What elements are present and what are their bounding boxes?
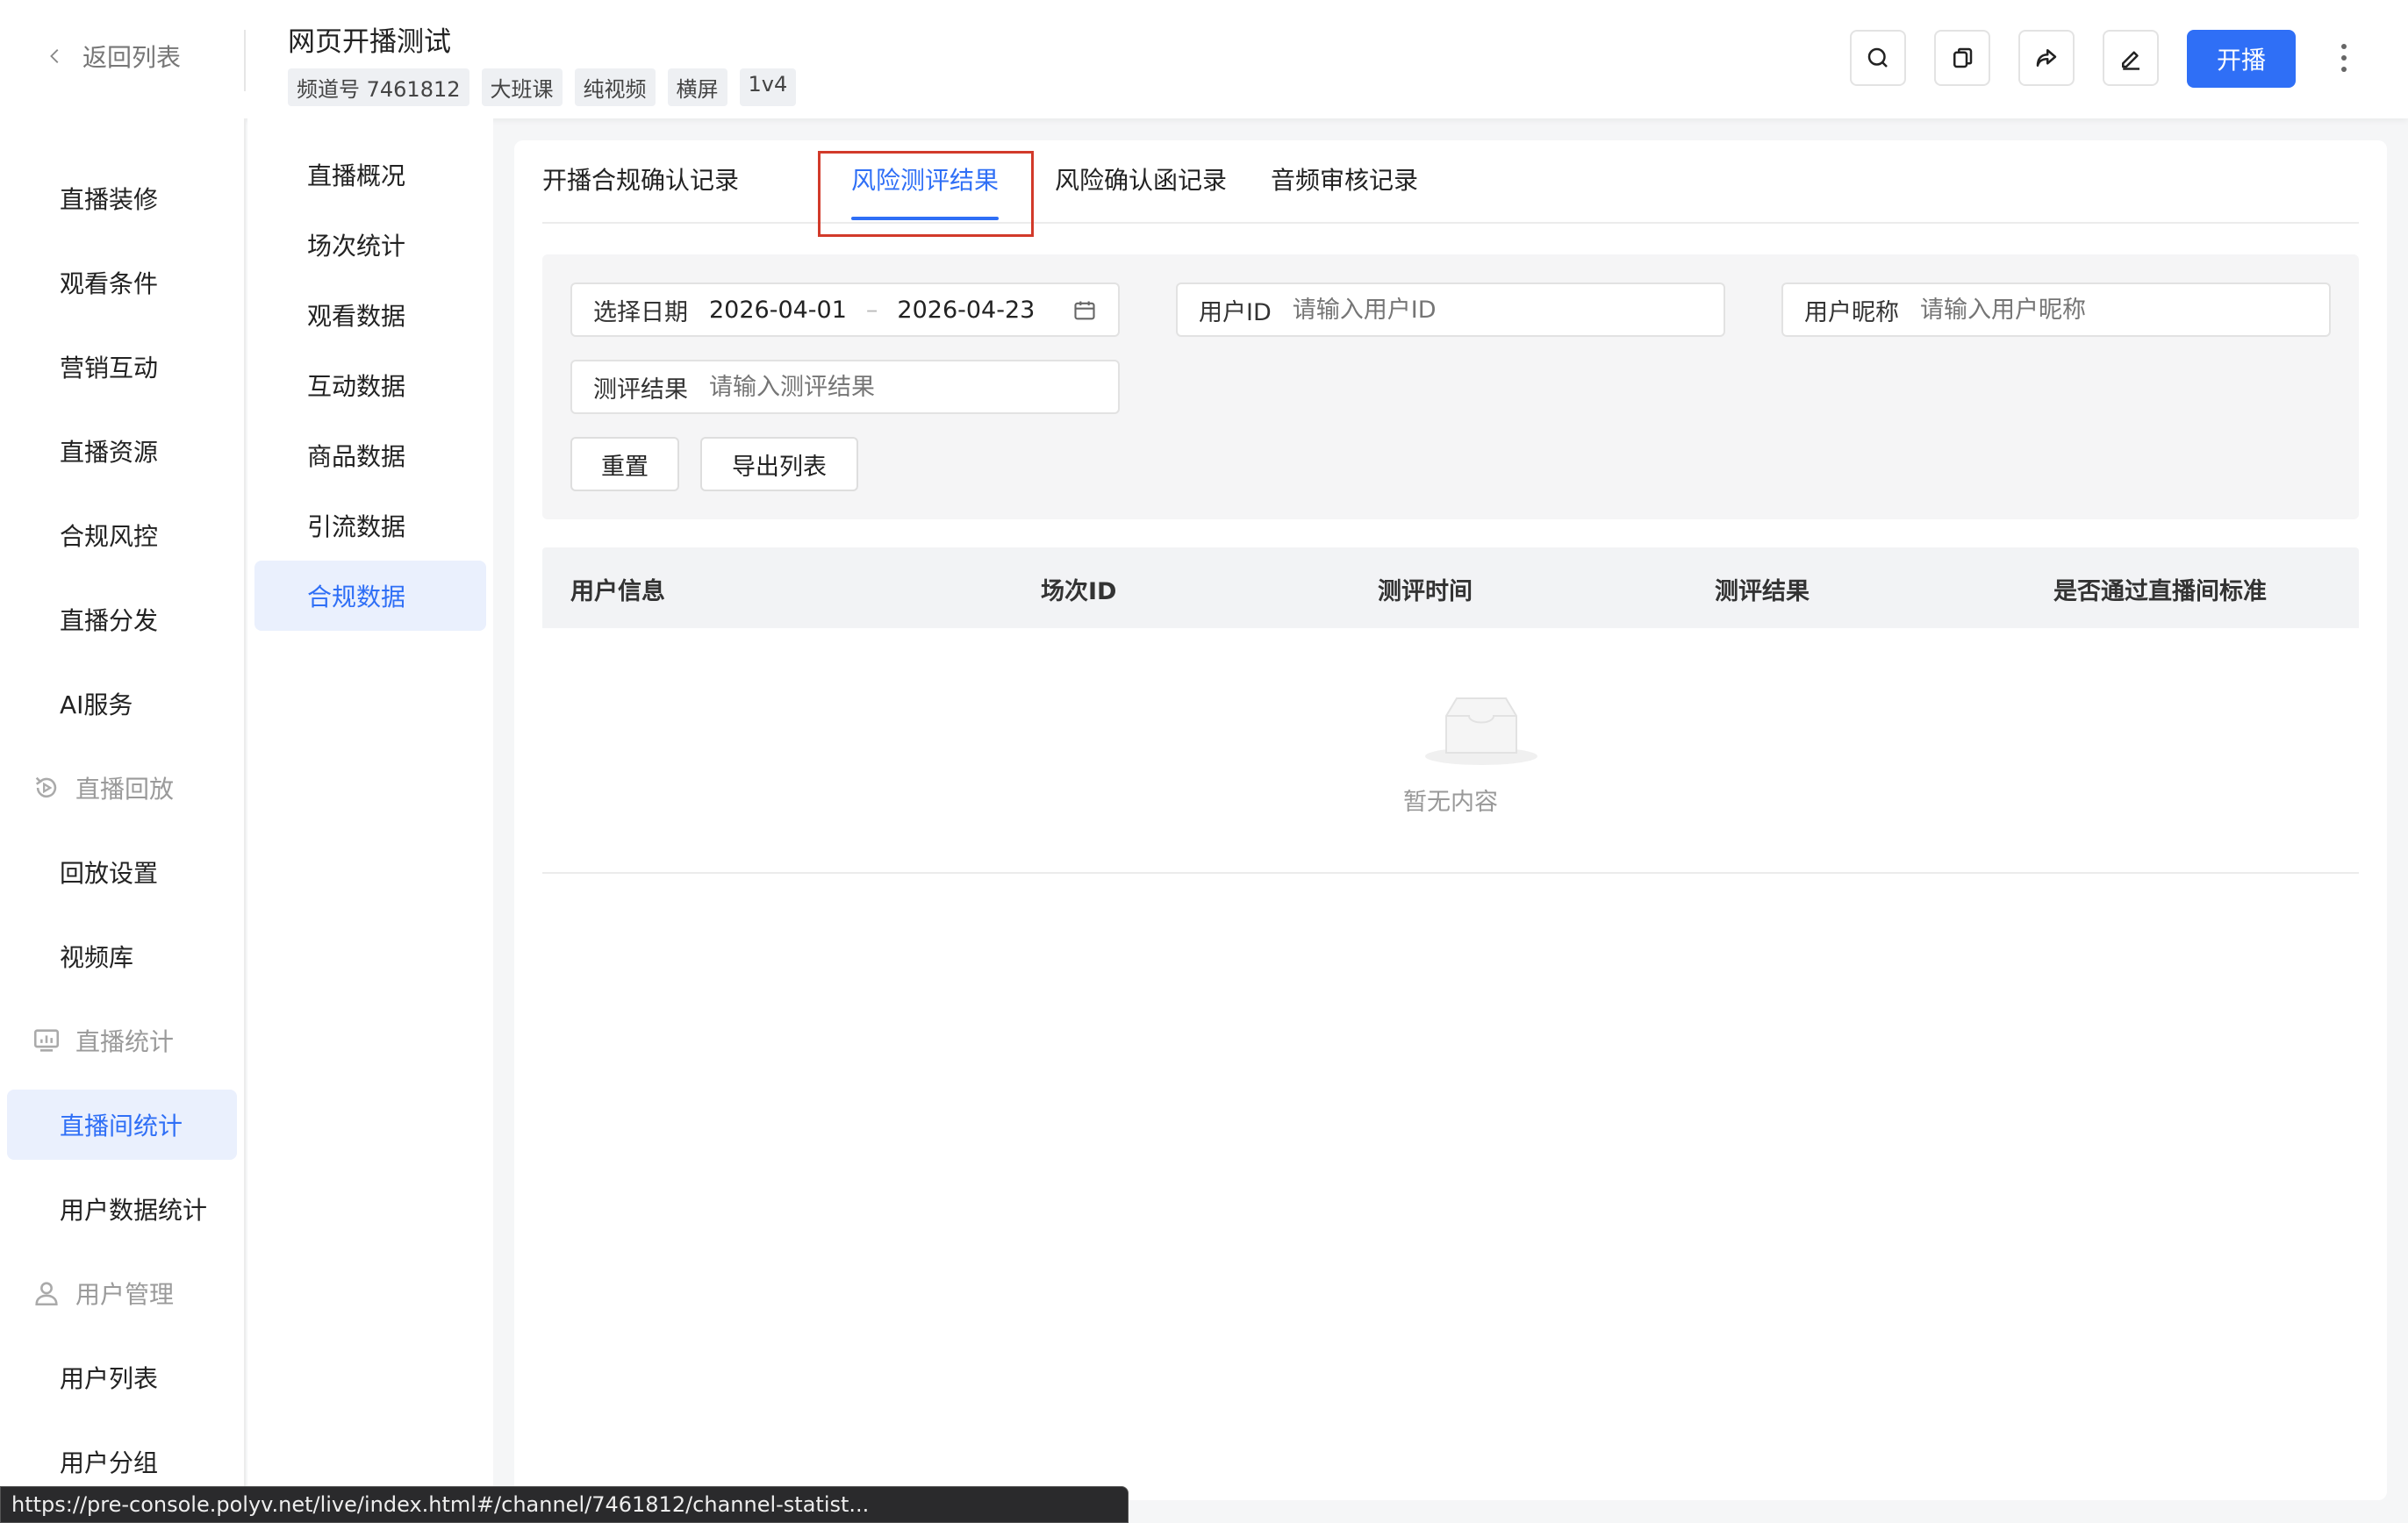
- user-id-input[interactable]: [1292, 296, 1724, 324]
- column-assessment-result: 测评结果: [1715, 578, 1810, 605]
- tab-bar: 开播合规确认记录 风险测评结果 风险确认函记录 音频审核记录: [542, 140, 2359, 237]
- date-range-picker[interactable]: 选择日期 2026-04-01 – 2026-04-23: [570, 282, 1120, 337]
- share-button[interactable]: [2018, 30, 2075, 86]
- subnav-item-compliance-data[interactable]: 合规数据: [254, 561, 486, 631]
- sidebar-item-video-library[interactable]: 视频库: [7, 921, 237, 991]
- replay-icon: [35, 776, 57, 798]
- subnav-item-session-stats[interactable]: 场次统计: [254, 210, 486, 280]
- assessment-result-input[interactable]: [709, 373, 1118, 401]
- sidebar-group-label: 直播回放: [75, 775, 175, 804]
- sidebar-item-replay-settings[interactable]: 回放设置: [7, 837, 237, 907]
- filter-panel: 选择日期 2026-04-01 – 2026-04-23 用户ID 用户昵称 测…: [542, 254, 2359, 519]
- main-panel: 开播合规确认记录 风险测评结果 风险确认函记录 音频审核记录 选择日期 2026…: [514, 140, 2387, 1500]
- subnav-item-watch-data[interactable]: 观看数据: [254, 280, 486, 350]
- search-button[interactable]: [1850, 30, 1906, 86]
- user-icon: [35, 1282, 58, 1306]
- subnav-item-overview[interactable]: 直播概况: [254, 139, 486, 210]
- app-root: 返回列表 网页开播测试 频道号 7461812 大班课 纯视频 横屏 1v4 开…: [0, 0, 2408, 1523]
- tab-audio-review-records[interactable]: 音频审核记录: [1271, 161, 1418, 197]
- date-label: 选择日期: [593, 298, 688, 326]
- highlight-box: [818, 151, 1034, 237]
- empty-state: 暂无内容: [542, 628, 2359, 874]
- edit-button[interactable]: [2103, 30, 2159, 86]
- sidebar-item-distribution[interactable]: 直播分发: [7, 584, 237, 654]
- empty-text: 暂无内容: [1403, 789, 1498, 816]
- back-label: 返回列表: [82, 43, 182, 72]
- more-icon: [2341, 44, 2347, 49]
- sidebar-item-room-stats[interactable]: 直播间统计: [7, 1090, 237, 1160]
- subnav-item-interaction-data[interactable]: 互动数据: [254, 350, 486, 420]
- tab-risk-confirmation-letters[interactable]: 风险确认函记录: [1055, 161, 1227, 197]
- top-header: 返回列表 网页开播测试 频道号 7461812 大班课 纯视频 横屏 1v4 开…: [0, 0, 2408, 118]
- channel-number-tag: 频道号 7461812: [288, 68, 469, 106]
- sidebar-group-replay[interactable]: 直播回放: [7, 753, 237, 823]
- sidebar-group-users[interactable]: 用户管理: [7, 1258, 237, 1328]
- column-passed-standard: 是否通过直播间标准: [2053, 578, 2267, 605]
- main-sidebar: 直播装修 观看条件 营销互动 直播资源 合规风控 直播分发 AI服务 直播回放 …: [0, 118, 246, 1523]
- nickname-field[interactable]: 用户昵称: [1781, 282, 2331, 337]
- media-tag: 纯视频: [574, 68, 656, 106]
- date-end[interactable]: 2026-04-23: [897, 297, 1035, 324]
- column-session-id: 场次ID: [1041, 578, 1117, 605]
- share-icon: [2036, 49, 2057, 67]
- sidebar-item-resources[interactable]: 直播资源: [7, 416, 237, 486]
- column-assessment-time: 测评时间: [1378, 578, 1473, 605]
- sidebar-item-marketing[interactable]: 营销互动: [7, 332, 237, 402]
- empty-inbox-icon: [1425, 697, 1537, 765]
- secondary-nav: 直播概况 场次统计 观看数据 互动数据 商品数据 引流数据 合规数据: [247, 118, 493, 1523]
- sidebar-item-user-list[interactable]: 用户列表: [7, 1342, 237, 1412]
- calendar-icon[interactable]: [1072, 298, 1097, 323]
- subnav-item-traffic-data[interactable]: 引流数据: [254, 490, 486, 561]
- sidebar-item-ai-service[interactable]: AI服务: [7, 669, 237, 739]
- start-live-button[interactable]: 开播: [2187, 30, 2296, 88]
- reset-button[interactable]: 重置: [570, 437, 679, 491]
- page-title: 网页开播测试: [288, 26, 451, 58]
- column-user-info: 用户信息: [570, 578, 665, 605]
- orientation-tag: 横屏: [667, 68, 727, 106]
- tab-compliance-confirm-records[interactable]: 开播合规确认记录: [542, 161, 739, 197]
- stats-icon: [33, 1029, 60, 1052]
- back-to-list-button[interactable]: 返回列表: [46, 39, 181, 74]
- copy-icon: [1953, 47, 1973, 68]
- sidebar-item-decoration[interactable]: 直播装修: [7, 163, 237, 233]
- sidebar-item-watch-conditions[interactable]: 观看条件: [7, 247, 237, 318]
- more-menu-button[interactable]: [2331, 39, 2357, 77]
- copy-button[interactable]: [1934, 30, 1990, 86]
- chevron-left-icon: [50, 49, 59, 63]
- table-header: 用户信息 场次ID 测评时间 测评结果 是否通过直播间标准: [542, 547, 2359, 628]
- link-status-bar: https://pre-console.polyv.net/live/index…: [0, 1486, 1129, 1523]
- sidebar-group-statistics[interactable]: 直播统计: [7, 1005, 237, 1076]
- channel-tags: 频道号 7461812 大班课 纯视频 横屏 1v4: [288, 68, 797, 106]
- assessment-result-field[interactable]: 测评结果: [570, 360, 1120, 414]
- edit-icon: [2122, 51, 2139, 70]
- user-id-label: 用户ID: [1199, 298, 1272, 326]
- sidebar-group-label: 用户管理: [75, 1280, 175, 1309]
- seat-tag: 1v4: [739, 68, 797, 106]
- user-id-field[interactable]: 用户ID: [1176, 282, 1725, 337]
- sidebar-item-user-stats[interactable]: 用户数据统计: [7, 1174, 237, 1244]
- sidebar-group-label: 直播统计: [75, 1027, 175, 1056]
- nickname-input[interactable]: [1920, 296, 2329, 324]
- export-list-button[interactable]: 导出列表: [700, 437, 858, 491]
- header-divider: [244, 30, 246, 91]
- date-start[interactable]: 2026-04-01: [709, 297, 847, 324]
- subnav-item-product-data[interactable]: 商品数据: [254, 420, 486, 490]
- search-icon: [1867, 47, 1888, 68]
- assessment-result-label: 测评结果: [593, 375, 688, 404]
- date-separator: –: [865, 296, 878, 324]
- nickname-label: 用户昵称: [1804, 298, 1899, 326]
- sidebar-item-compliance[interactable]: 合规风控: [7, 500, 237, 570]
- scene-tag: 大班课: [481, 68, 563, 106]
